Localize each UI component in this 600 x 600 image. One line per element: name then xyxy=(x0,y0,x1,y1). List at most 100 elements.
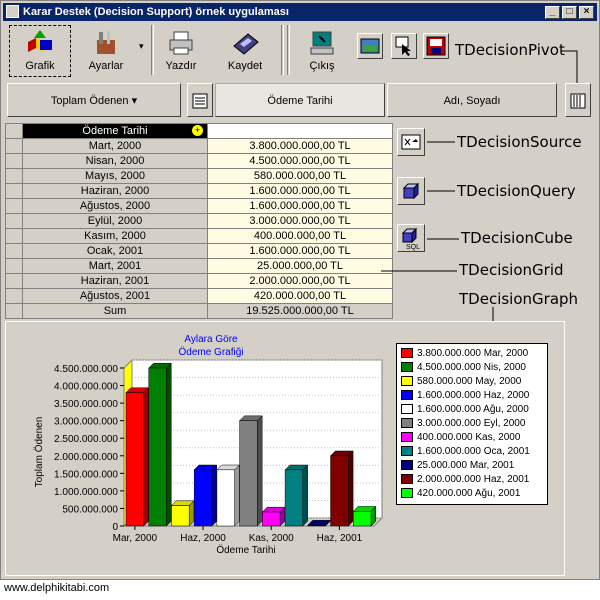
legend-label: 1.600.000.000 Haz, 2000 xyxy=(417,390,530,401)
grid-header-cell[interactable]: Ödeme Tarihi + xyxy=(23,124,208,139)
decision-query-icon[interactable] xyxy=(397,177,425,205)
kaydet-label: Kaydet xyxy=(227,60,263,72)
cursor-select-icon[interactable] xyxy=(391,33,417,59)
grid-sum-row: Sum 19.525.000.000,00 TL xyxy=(6,304,392,319)
grid-row[interactable]: Mart, 2000 3.800.000.000,00 TL xyxy=(6,139,392,154)
legend-swatch xyxy=(401,446,413,457)
grid-date-cell[interactable]: Eylül, 2000 xyxy=(23,214,208,229)
yazdir-button[interactable]: Yazdır xyxy=(155,25,207,77)
grid-value-cell[interactable]: 580.000.000,00 TL xyxy=(208,169,392,184)
grid-row[interactable]: Eylül, 2000 3.000.000.000,00 TL xyxy=(6,214,392,229)
legend-label: 4.500.000.000 Nis, 2000 xyxy=(417,362,526,373)
grid-date-cell[interactable]: Nisan, 2000 xyxy=(23,154,208,169)
dropdown-arrow-icon[interactable]: ▾ xyxy=(139,41,144,52)
y-tick-label: 0 xyxy=(112,522,118,533)
close-button[interactable]: × xyxy=(579,6,594,19)
grid-row[interactable]: Nisan, 2000 4.500.000.000,00 TL xyxy=(6,154,392,169)
chart-title: Ödeme Grafiği xyxy=(178,346,243,358)
expand-icon[interactable]: + xyxy=(192,125,203,136)
pivot-dimension-odeme-tarihi[interactable]: Ödeme Tarihi xyxy=(215,83,385,117)
grid-value-cell[interactable]: 1.600.000.000,00 TL xyxy=(208,199,392,214)
summary-dropdown[interactable]: Toplam Ödenen ▾ xyxy=(7,83,181,117)
disk-save-icon[interactable] xyxy=(423,33,449,59)
ayarlar-button[interactable]: Ayarlar xyxy=(75,25,137,77)
decision-source-icon[interactable] xyxy=(397,128,425,156)
grid-row[interactable]: Ağustos, 2001 420.000.000,00 TL xyxy=(6,289,392,304)
grid-row[interactable]: Mart, 2001 25.000.000,00 TL xyxy=(6,259,392,274)
grid-value-cell[interactable]: 3.000.000.000,00 TL xyxy=(208,214,392,229)
x-tick-label: Haz, 2000 xyxy=(180,533,226,544)
grid-date-cell[interactable]: Ağustos, 2001 xyxy=(23,289,208,304)
y-tick-label: 2.000.000.000 xyxy=(54,452,118,463)
grid-value-cell[interactable]: 1.600.000.000,00 TL xyxy=(208,244,392,259)
minimize-button[interactable]: _ xyxy=(545,6,560,19)
legend-swatch xyxy=(401,390,413,401)
label-decision-grid: TDecisionGrid xyxy=(459,261,564,279)
x-axis-label: Ödeme Tarihi xyxy=(216,544,275,556)
chart-legend: 3.800.000.000 Mar, 2000 4.500.000.000 Nis… xyxy=(396,343,548,505)
grid-date-cell[interactable]: Haziran, 2000 xyxy=(23,184,208,199)
grid-header-row: Ödeme Tarihi + xyxy=(6,124,392,139)
grid-date-cell[interactable]: Ocak, 2001 xyxy=(23,244,208,259)
legend-label: 3.800.000.000 Mar, 2000 xyxy=(417,348,529,359)
grid-row[interactable]: Haziran, 2000 1.600.000.000,00 TL xyxy=(6,184,392,199)
grid-date-cell[interactable]: Kasım, 2000 xyxy=(23,229,208,244)
grid-value-cell[interactable]: 4.500.000.000,00 TL xyxy=(208,154,392,169)
pivot-dimension-adi-soyadi[interactable]: Adı, Soyadı xyxy=(387,83,557,117)
maximize-button[interactable]: □ xyxy=(562,6,577,19)
legend-swatch xyxy=(401,432,413,443)
grid-row[interactable]: Ocak, 2001 1.600.000.000,00 TL xyxy=(6,244,392,259)
legend-swatch xyxy=(401,460,413,471)
settings-tools-icon xyxy=(91,28,121,58)
cikis-label: Çıkış xyxy=(309,60,335,72)
yazdir-label: Yazdır xyxy=(165,60,197,72)
grid-pointer-line xyxy=(381,270,457,272)
legend-label: 400.000.000 Kas, 2000 xyxy=(417,432,521,443)
grid-value-cell[interactable]: 420.000.000,00 TL xyxy=(208,289,392,304)
legend-item: 1.600.000.000 Ağu, 2000 xyxy=(401,404,529,418)
cikis-button[interactable]: Çıkış xyxy=(295,25,349,77)
picture-icon[interactable] xyxy=(357,33,383,59)
grid-row[interactable]: Ağustos, 2000 1.600.000.000,00 TL xyxy=(6,199,392,214)
legend-label: 25.000.000 Mar, 2001 xyxy=(417,460,515,471)
grid-value-cell[interactable]: 1.600.000.000,00 TL xyxy=(208,184,392,199)
list-icon[interactable] xyxy=(187,83,213,117)
grid-date-cell[interactable]: Mart, 2000 xyxy=(23,139,208,154)
grid-value-cell[interactable]: 400.000.000,00 TL xyxy=(208,229,392,244)
legend-item: 400.000.000 Kas, 2000 xyxy=(401,432,520,446)
bar xyxy=(171,505,190,527)
y-tick-label: 1.000.000.000 xyxy=(54,487,118,498)
grafik-button[interactable]: Grafik xyxy=(11,25,69,77)
bar xyxy=(353,511,372,527)
y-axis-label: Toplam Ödenen xyxy=(33,417,45,488)
grid-value-cell[interactable]: 3.800.000.000,00 TL xyxy=(208,139,392,154)
decision-cube-icon[interactable]: SQL xyxy=(397,224,425,252)
label-decision-cube: TDecisionCube xyxy=(461,229,573,247)
legend-label: 580.000.000 May, 2000 xyxy=(417,376,522,387)
legend-item: 580.000.000 May, 2000 xyxy=(401,376,521,390)
grid-row[interactable]: Haziran, 2001 2.000.000.000,00 TL xyxy=(6,274,392,289)
printer-icon xyxy=(166,28,196,58)
label-decision-graph: TDecisionGraph xyxy=(459,290,579,308)
y-tick-label: 3.500.000.000 xyxy=(54,399,118,410)
cube-pointer-line xyxy=(427,238,459,240)
grid-date-cell[interactable]: Mayıs, 2000 xyxy=(23,169,208,184)
grid-row[interactable]: Kasım, 2000 400.000.000,00 TL xyxy=(6,229,392,244)
grid-value-cell[interactable]: 2.000.000.000,00 TL xyxy=(208,274,392,289)
toolbar-separator xyxy=(287,25,290,75)
grid-date-cell[interactable]: Mart, 2001 xyxy=(23,259,208,274)
y-tick-label: 2.500.000.000 xyxy=(54,434,118,445)
grid-date-cell[interactable]: Ağustos, 2000 xyxy=(23,199,208,214)
columns-icon[interactable] xyxy=(565,83,591,117)
kaydet-button[interactable]: Kaydet xyxy=(213,25,277,77)
footer-url: www.delphikitabi.com xyxy=(0,580,600,600)
grid-value-cell[interactable]: 25.000.000,00 TL xyxy=(208,259,392,274)
bar-side xyxy=(257,415,263,527)
legend-item: 1.600.000.000 Haz, 2000 xyxy=(401,390,529,404)
decision-grid: Ödeme Tarihi + Mart, 2000 3.800.000.000,00… xyxy=(5,123,393,319)
legend-label: 1.600.000.000 Oca, 2001 xyxy=(417,446,530,457)
grid-row[interactable]: Mayıs, 2000 580.000.000,00 TL xyxy=(6,169,392,184)
chart-title: Aylara Göre xyxy=(184,334,238,345)
query-pointer-line xyxy=(427,190,455,192)
grid-date-cell[interactable]: Haziran, 2001 xyxy=(23,274,208,289)
